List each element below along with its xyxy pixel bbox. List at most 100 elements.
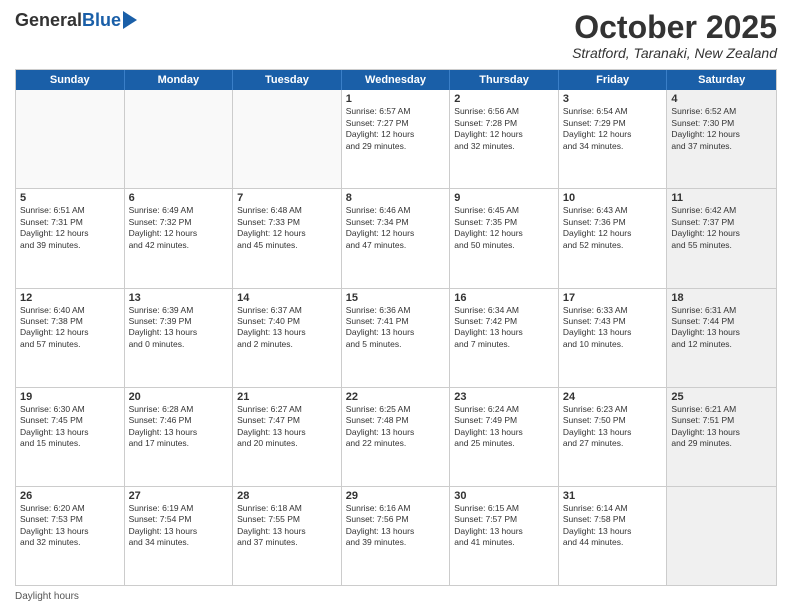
- cell-info: Sunrise: 6:51 AM Sunset: 7:31 PM Dayligh…: [20, 205, 120, 251]
- day-number: 26: [20, 490, 120, 502]
- cell-info: Sunrise: 6:34 AM Sunset: 7:42 PM Dayligh…: [454, 305, 554, 351]
- calendar-cell-0-2: [233, 90, 342, 188]
- cell-info: Sunrise: 6:40 AM Sunset: 7:38 PM Dayligh…: [20, 305, 120, 351]
- header-day-monday: Monday: [125, 70, 234, 90]
- cell-info: Sunrise: 6:48 AM Sunset: 7:33 PM Dayligh…: [237, 205, 337, 251]
- cell-info: Sunrise: 6:18 AM Sunset: 7:55 PM Dayligh…: [237, 503, 337, 549]
- cell-info: Sunrise: 6:57 AM Sunset: 7:27 PM Dayligh…: [346, 106, 446, 152]
- calendar-row-1: 5Sunrise: 6:51 AM Sunset: 7:31 PM Daylig…: [16, 188, 776, 287]
- calendar-cell-1-1: 6Sunrise: 6:49 AM Sunset: 7:32 PM Daylig…: [125, 189, 234, 287]
- calendar-cell-1-5: 10Sunrise: 6:43 AM Sunset: 7:36 PM Dayli…: [559, 189, 668, 287]
- cell-info: Sunrise: 6:25 AM Sunset: 7:48 PM Dayligh…: [346, 404, 446, 450]
- day-number: 21: [237, 391, 337, 403]
- calendar-row-2: 12Sunrise: 6:40 AM Sunset: 7:38 PM Dayli…: [16, 288, 776, 387]
- calendar-cell-0-4: 2Sunrise: 6:56 AM Sunset: 7:28 PM Daylig…: [450, 90, 559, 188]
- calendar-cell-4-0: 26Sunrise: 6:20 AM Sunset: 7:53 PM Dayli…: [16, 487, 125, 585]
- footer: Daylight hours: [15, 591, 777, 602]
- calendar-row-4: 26Sunrise: 6:20 AM Sunset: 7:53 PM Dayli…: [16, 486, 776, 585]
- header-day-saturday: Saturday: [667, 70, 776, 90]
- calendar-cell-1-4: 9Sunrise: 6:45 AM Sunset: 7:35 PM Daylig…: [450, 189, 559, 287]
- calendar-cell-0-0: [16, 90, 125, 188]
- calendar-cell-3-1: 20Sunrise: 6:28 AM Sunset: 7:46 PM Dayli…: [125, 388, 234, 486]
- calendar-body: 1Sunrise: 6:57 AM Sunset: 7:27 PM Daylig…: [16, 90, 776, 585]
- calendar-cell-0-5: 3Sunrise: 6:54 AM Sunset: 7:29 PM Daylig…: [559, 90, 668, 188]
- day-number: 16: [454, 292, 554, 304]
- day-number: 29: [346, 490, 446, 502]
- day-number: 12: [20, 292, 120, 304]
- logo-blue-text: Blue: [82, 10, 121, 31]
- cell-info: Sunrise: 6:21 AM Sunset: 7:51 PM Dayligh…: [671, 404, 772, 450]
- cell-info: Sunrise: 6:19 AM Sunset: 7:54 PM Dayligh…: [129, 503, 229, 549]
- day-number: 2: [454, 93, 554, 105]
- calendar-cell-2-2: 14Sunrise: 6:37 AM Sunset: 7:40 PM Dayli…: [233, 289, 342, 387]
- location: Stratford, Taranaki, New Zealand: [572, 45, 777, 61]
- calendar-cell-3-2: 21Sunrise: 6:27 AM Sunset: 7:47 PM Dayli…: [233, 388, 342, 486]
- day-number: 18: [671, 292, 772, 304]
- day-number: 25: [671, 391, 772, 403]
- calendar-cell-4-3: 29Sunrise: 6:16 AM Sunset: 7:56 PM Dayli…: [342, 487, 451, 585]
- day-number: 20: [129, 391, 229, 403]
- day-number: 22: [346, 391, 446, 403]
- calendar-cell-1-0: 5Sunrise: 6:51 AM Sunset: 7:31 PM Daylig…: [16, 189, 125, 287]
- cell-info: Sunrise: 6:27 AM Sunset: 7:47 PM Dayligh…: [237, 404, 337, 450]
- calendar-cell-0-6: 4Sunrise: 6:52 AM Sunset: 7:30 PM Daylig…: [667, 90, 776, 188]
- day-number: 17: [563, 292, 663, 304]
- cell-info: Sunrise: 6:52 AM Sunset: 7:30 PM Dayligh…: [671, 106, 772, 152]
- calendar-header: SundayMondayTuesdayWednesdayThursdayFrid…: [16, 70, 776, 90]
- cell-info: Sunrise: 6:54 AM Sunset: 7:29 PM Dayligh…: [563, 106, 663, 152]
- calendar-cell-4-1: 27Sunrise: 6:19 AM Sunset: 7:54 PM Dayli…: [125, 487, 234, 585]
- day-number: 9: [454, 192, 554, 204]
- calendar-cell-3-5: 24Sunrise: 6:23 AM Sunset: 7:50 PM Dayli…: [559, 388, 668, 486]
- calendar-cell-3-6: 25Sunrise: 6:21 AM Sunset: 7:51 PM Dayli…: [667, 388, 776, 486]
- cell-info: Sunrise: 6:45 AM Sunset: 7:35 PM Dayligh…: [454, 205, 554, 251]
- day-number: 31: [563, 490, 663, 502]
- cell-info: Sunrise: 6:28 AM Sunset: 7:46 PM Dayligh…: [129, 404, 229, 450]
- calendar-cell-2-5: 17Sunrise: 6:33 AM Sunset: 7:43 PM Dayli…: [559, 289, 668, 387]
- cell-info: Sunrise: 6:23 AM Sunset: 7:50 PM Dayligh…: [563, 404, 663, 450]
- cell-info: Sunrise: 6:14 AM Sunset: 7:58 PM Dayligh…: [563, 503, 663, 549]
- calendar-row-0: 1Sunrise: 6:57 AM Sunset: 7:27 PM Daylig…: [16, 90, 776, 188]
- calendar-cell-3-3: 22Sunrise: 6:25 AM Sunset: 7:48 PM Dayli…: [342, 388, 451, 486]
- day-number: 23: [454, 391, 554, 403]
- cell-info: Sunrise: 6:30 AM Sunset: 7:45 PM Dayligh…: [20, 404, 120, 450]
- day-number: 3: [563, 93, 663, 105]
- calendar-cell-1-2: 7Sunrise: 6:48 AM Sunset: 7:33 PM Daylig…: [233, 189, 342, 287]
- calendar-row-3: 19Sunrise: 6:30 AM Sunset: 7:45 PM Dayli…: [16, 387, 776, 486]
- day-number: 5: [20, 192, 120, 204]
- calendar-cell-4-5: 31Sunrise: 6:14 AM Sunset: 7:58 PM Dayli…: [559, 487, 668, 585]
- day-number: 10: [563, 192, 663, 204]
- cell-info: Sunrise: 6:56 AM Sunset: 7:28 PM Dayligh…: [454, 106, 554, 152]
- cell-info: Sunrise: 6:24 AM Sunset: 7:49 PM Dayligh…: [454, 404, 554, 450]
- day-number: 15: [346, 292, 446, 304]
- header: General Blue October 2025 Stratford, Tar…: [15, 10, 777, 61]
- cell-info: Sunrise: 6:43 AM Sunset: 7:36 PM Dayligh…: [563, 205, 663, 251]
- day-number: 19: [20, 391, 120, 403]
- title-block: October 2025 Stratford, Taranaki, New Ze…: [572, 10, 777, 61]
- calendar-cell-0-3: 1Sunrise: 6:57 AM Sunset: 7:27 PM Daylig…: [342, 90, 451, 188]
- header-day-friday: Friday: [559, 70, 668, 90]
- day-number: 30: [454, 490, 554, 502]
- logo-general-text: General: [15, 10, 82, 31]
- day-number: 6: [129, 192, 229, 204]
- cell-info: Sunrise: 6:20 AM Sunset: 7:53 PM Dayligh…: [20, 503, 120, 549]
- calendar-cell-4-4: 30Sunrise: 6:15 AM Sunset: 7:57 PM Dayli…: [450, 487, 559, 585]
- day-number: 14: [237, 292, 337, 304]
- day-number: 28: [237, 490, 337, 502]
- day-number: 13: [129, 292, 229, 304]
- header-day-sunday: Sunday: [16, 70, 125, 90]
- page: General Blue October 2025 Stratford, Tar…: [0, 0, 792, 612]
- month-title: October 2025: [572, 10, 777, 45]
- day-number: 8: [346, 192, 446, 204]
- header-day-wednesday: Wednesday: [342, 70, 451, 90]
- calendar-cell-4-6: [667, 487, 776, 585]
- cell-info: Sunrise: 6:46 AM Sunset: 7:34 PM Dayligh…: [346, 205, 446, 251]
- calendar-cell-3-4: 23Sunrise: 6:24 AM Sunset: 7:49 PM Dayli…: [450, 388, 559, 486]
- day-number: 1: [346, 93, 446, 105]
- cell-info: Sunrise: 6:36 AM Sunset: 7:41 PM Dayligh…: [346, 305, 446, 351]
- cell-info: Sunrise: 6:42 AM Sunset: 7:37 PM Dayligh…: [671, 205, 772, 251]
- calendar-cell-1-6: 11Sunrise: 6:42 AM Sunset: 7:37 PM Dayli…: [667, 189, 776, 287]
- cell-info: Sunrise: 6:37 AM Sunset: 7:40 PM Dayligh…: [237, 305, 337, 351]
- cell-info: Sunrise: 6:49 AM Sunset: 7:32 PM Dayligh…: [129, 205, 229, 251]
- cell-info: Sunrise: 6:39 AM Sunset: 7:39 PM Dayligh…: [129, 305, 229, 351]
- header-day-thursday: Thursday: [450, 70, 559, 90]
